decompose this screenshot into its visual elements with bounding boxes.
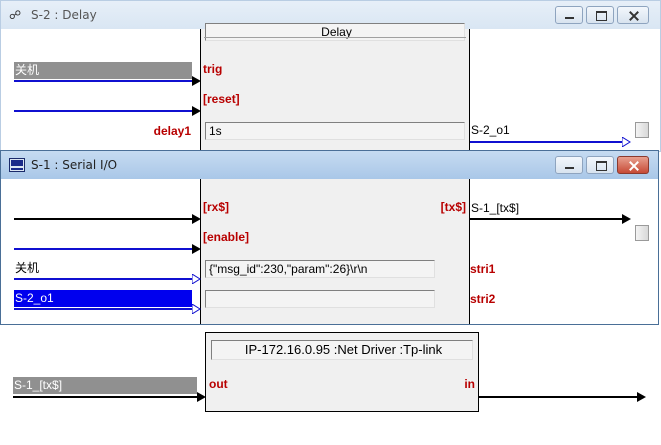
network-icon: ☍ <box>9 8 22 22</box>
net-driver-input-signal[interactable]: S-1_[tx$] <box>13 377 197 394</box>
serial-scrollbar-thumb[interactable] <box>635 225 649 241</box>
serial-enable-port: [enable] <box>203 230 250 244</box>
delay-symbol-name: Delay <box>205 23 465 41</box>
serial-enable-wire <box>14 248 192 250</box>
delay-output-signal[interactable]: S-2_o1 <box>470 122 510 138</box>
serial-output-signal[interactable]: S-1_[tx$] <box>470 200 519 216</box>
serial-stri1-field[interactable]: {"msg_id":230,"param":26}\r\n <box>205 260 435 278</box>
delay-maximize-button[interactable] <box>586 6 614 24</box>
delay-window[interactable]: ☍ S-2 : Delay Delay 1s 关机 trig [reset] d… <box>0 0 661 152</box>
serial-window-content: {"msg_id":230,"param":26}\r\n [rx$] [ena… <box>1 179 658 324</box>
serial-stri1-port: stri1 <box>470 262 496 276</box>
delay-reset-port: [reset] <box>203 92 240 106</box>
delay-trig-signal[interactable]: 关机 <box>14 62 192 79</box>
delay-symbol[interactable]: Delay 1s <box>200 23 470 151</box>
net-driver-in-port: in <box>464 377 475 391</box>
serial-minimize-button[interactable] <box>555 156 583 174</box>
serial-stri2-port: stri2 <box>470 292 496 306</box>
net-driver-output-arrow <box>637 392 646 402</box>
net-driver-out-port: out <box>209 377 228 391</box>
delay-close-button[interactable] <box>617 6 649 24</box>
serial-tx-port: [tx$] <box>440 200 466 214</box>
delay-window-title: S-2 : Delay <box>31 8 97 22</box>
delay-output-arrow <box>622 137 631 147</box>
delay-window-content: Delay 1s 关机 trig [reset] delay1 S-2_o1 <box>1 23 660 151</box>
net-driver-symbol[interactable]: IP-172.16.0.95 :Net Driver :Tp-link out … <box>205 332 479 412</box>
serial-stri1-wire <box>14 278 192 280</box>
delay-reset-wire <box>14 110 192 112</box>
serial-window[interactable]: S-1 : Serial I/O {"msg_id":230,"param":2… <box>0 150 659 325</box>
delay-scrollbar-thumb[interactable] <box>635 122 649 138</box>
net-driver-input-wire <box>13 396 197 398</box>
delay-trig-arrow <box>192 76 201 86</box>
serial-window-title: S-1 : Serial I/O <box>31 158 118 172</box>
net-driver-input-arrow <box>197 392 206 402</box>
serial-stri2-arrow <box>192 304 201 314</box>
serial-stri2-field[interactable] <box>205 290 435 308</box>
serial-stri1-arrow <box>192 274 201 284</box>
serial-rx-arrow <box>192 214 201 224</box>
delay-reset-arrow <box>192 106 201 116</box>
serial-output-arrow <box>622 214 631 224</box>
delay-symbol-divider <box>204 37 466 38</box>
delay-trig-wire <box>14 80 192 82</box>
serial-stri1-signal[interactable]: 关机 <box>14 260 39 276</box>
serial-stri2-signal[interactable]: S-2_o1 <box>14 290 192 307</box>
serial-window-titlebar[interactable]: S-1 : Serial I/O <box>1 151 658 179</box>
serial-output-wire <box>470 218 622 220</box>
delay-output-wire <box>470 141 622 143</box>
serial-rx-wire <box>14 218 192 220</box>
net-driver-title: IP-172.16.0.95 :Net Driver :Tp-link <box>211 340 473 360</box>
serial-icon <box>9 158 25 172</box>
serial-enable-arrow <box>192 244 201 254</box>
serial-stri2-wire <box>14 308 192 310</box>
serial-maximize-button[interactable] <box>586 156 614 174</box>
serial-close-button[interactable] <box>617 156 649 174</box>
serial-rx-port: [rx$] <box>203 200 230 214</box>
delay-param-label: delay1 <box>153 124 191 138</box>
delay-minimize-button[interactable] <box>555 6 583 24</box>
delay-trig-port: trig <box>203 62 223 76</box>
net-driver-output-wire <box>479 396 637 398</box>
delay-param-field[interactable]: 1s <box>205 122 465 140</box>
